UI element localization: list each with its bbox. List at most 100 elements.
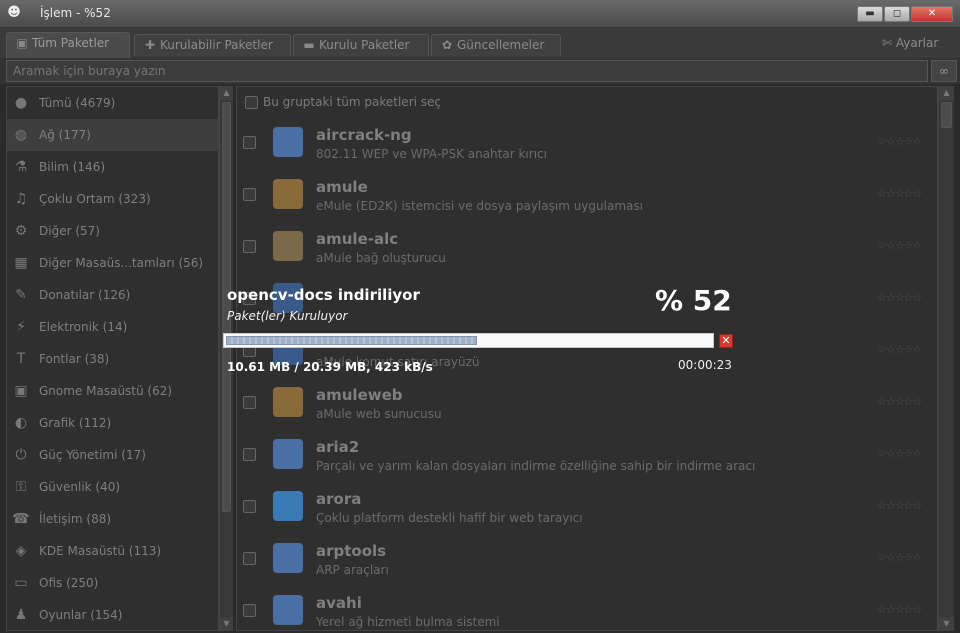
package-checkbox[interactable] — [243, 396, 256, 409]
package-name: amule-alc — [316, 230, 399, 248]
package-checkbox[interactable] — [243, 240, 256, 253]
package-icon — [273, 595, 303, 625]
category-power-management[interactable]: ⏻ Güç Yönetimi (17) — [7, 439, 218, 471]
maximize-button[interactable]: ◻ — [884, 6, 910, 22]
scroll-up-arrow[interactable]: ▲ — [220, 86, 233, 100]
package-row[interactable]: arptools ARP araçları ☆☆☆☆☆ — [237, 533, 937, 585]
rating-stars: ☆☆☆☆☆ — [877, 603, 922, 616]
download-size-speed: 10.61 MB / 20.39 MB, 423 kB/s — [227, 360, 433, 374]
category-icon: ● — [14, 95, 28, 111]
rating-stars: ☆☆☆☆☆ — [877, 499, 922, 512]
scroll-down-arrow[interactable]: ▼ — [939, 617, 954, 631]
tab-label: Tüm Paketler — [32, 36, 110, 50]
music-icon: ♫ — [14, 191, 28, 207]
package-description: eMule (ED2K) istemcisi ve dosya paylaşım… — [316, 199, 643, 213]
tab-installable-packages[interactable]: ✚ Kurulabilir Paketler — [134, 34, 291, 56]
category-communication[interactable]: ☎ İletişim (88) — [7, 503, 218, 535]
rating-stars: ☆☆☆☆☆ — [877, 187, 922, 200]
category-sidebar: ● Tümü (4679) ◍ Ağ (177) ⚗ Bilim (146) ♫ Çok… — [6, 86, 219, 631]
palette-icon: ◐ — [14, 415, 28, 431]
update-icon: ✿ — [441, 38, 453, 52]
package-icon — [273, 491, 303, 521]
package-name: amuleweb — [316, 386, 403, 404]
download-title: opencv-docs indiriliyor — [227, 286, 420, 304]
package-description: Çoklu platform destekli hafif bir web ta… — [316, 511, 583, 525]
category-accessories[interactable]: ✎ Donatılar (126) — [7, 279, 218, 311]
category-office[interactable]: ▭ Ofis (250) — [7, 567, 218, 599]
rating-stars: ☆☆☆☆☆ — [877, 291, 922, 304]
package-checkbox[interactable] — [243, 552, 256, 565]
package-name: arora — [316, 490, 362, 508]
category-security[interactable]: ⚿ Güvenlik (40) — [7, 471, 218, 503]
package-row[interactable]: aria2 Parçalı ve yarım kalan dosyaları i… — [237, 429, 937, 481]
package-row[interactable]: avahi Yerel ağ hizmeti bulma sistemi ☆☆☆… — [237, 585, 937, 630]
package-checkbox[interactable] — [243, 500, 256, 513]
scroll-thumb[interactable] — [941, 102, 952, 128]
package-checkbox[interactable] — [243, 136, 256, 149]
kde-icon: ◈ — [15, 543, 27, 559]
package-list-scrollbar[interactable]: ▲ ▼ — [938, 86, 954, 631]
rating-stars: ☆☆☆☆☆ — [877, 395, 922, 408]
category-multimedia[interactable]: ♫ Çoklu Ortam (323) — [7, 183, 218, 215]
phone-icon: ☎ — [12, 511, 30, 527]
rating-stars: ☆☆☆☆☆ — [877, 447, 922, 460]
category-science[interactable]: ⚗ Bilim (146) — [7, 151, 218, 183]
gear-icon: ⚙ — [14, 223, 28, 239]
tab-label: Kurulabilir Paketler — [160, 38, 273, 52]
group-select-checkbox[interactable] — [245, 96, 258, 109]
category-kde-desktop[interactable]: ◈ KDE Masaüstü (113) — [7, 535, 218, 567]
find-button[interactable]: ∞ — [931, 60, 957, 82]
package-checkbox[interactable] — [243, 448, 256, 461]
scroll-down-arrow[interactable]: ▼ — [220, 617, 233, 631]
package-icon: ▣ — [16, 36, 28, 50]
download-status: Paket(ler) Kuruluyor — [227, 309, 348, 323]
download-progress-bar — [223, 333, 714, 348]
window-titlebar[interactable]: ☻ İşlem - %52 ▬ ◻ ✕ — [0, 0, 960, 28]
package-row[interactable]: arora Çoklu platform destekli hafif bir … — [237, 481, 937, 533]
package-row[interactable]: amuleweb aMule web sunucusu ☆☆☆☆☆ — [237, 377, 937, 429]
package-description: 802.11 WEP ve WPA-PSK anahtar kırıcı — [316, 147, 547, 161]
tab-all-packages[interactable]: ▣ Tüm Paketler — [6, 32, 130, 58]
category-games[interactable]: ♟ Oyunlar (154) — [7, 599, 218, 630]
package-row[interactable]: aircrack-ng 802.11 WEP ve WPA-PSK anahta… — [237, 117, 937, 169]
package-name: arptools — [316, 542, 387, 560]
sidebar-scrollbar[interactable]: ▲ ▼ — [219, 86, 233, 631]
package-description: aMule bağ oluşturucu — [316, 251, 446, 265]
group-select-row[interactable]: Bu gruptaki tüm paketleri seç — [237, 87, 937, 117]
rating-stars: ☆☆☆☆☆ — [877, 239, 922, 252]
tab-bar: ▣ Tüm Paketler ✚ Kurulabilir Paketler ▬ Kur… — [0, 28, 960, 58]
category-other[interactable]: ⚙ Diğer (57) — [7, 215, 218, 247]
search-input[interactable] — [6, 60, 928, 82]
cancel-download-button[interactable]: ✕ — [719, 334, 733, 348]
rating-stars: ☆☆☆☆☆ — [877, 343, 922, 356]
category-all[interactable]: ● Tümü (4679) — [7, 87, 218, 119]
package-checkbox[interactable] — [243, 604, 256, 617]
download-progress-fill — [226, 336, 477, 345]
scroll-thumb[interactable] — [222, 102, 231, 512]
close-window-button[interactable]: ✕ — [911, 6, 953, 22]
power-icon: ⏻ — [15, 447, 27, 463]
search-row: ∞ — [0, 58, 960, 84]
settings-button[interactable]: ✄ Ayarlar — [882, 36, 938, 50]
window-title: İşlem - %52 — [40, 6, 111, 20]
category-network[interactable]: ◍ Ağ (177) — [7, 119, 218, 151]
minimize-button[interactable]: ▬ — [857, 6, 883, 22]
category-fonts[interactable]: T Fontlar (38) — [7, 343, 218, 375]
category-other-desktops[interactable]: ▦ Diğer Masaüs...tamları (56) — [7, 247, 218, 279]
minus-icon: ▬ — [303, 38, 315, 52]
tab-installed-packages[interactable]: ▬ Kurulu Paketler — [293, 34, 429, 56]
package-description: Parçalı ve yarım kalan dosyaları indirme… — [316, 459, 756, 473]
package-row[interactable]: amule-alc aMule bağ oluşturucu ☆☆☆☆☆ — [237, 221, 937, 273]
package-icon — [273, 127, 303, 157]
category-electronics[interactable]: ⚡ Elektronik (14) — [7, 311, 218, 343]
package-icon — [273, 231, 303, 261]
package-checkbox[interactable] — [243, 188, 256, 201]
category-graphics[interactable]: ◐ Grafik (112) — [7, 407, 218, 439]
category-gnome-desktop[interactable]: ▣ Gnome Masaüstü (62) — [7, 375, 218, 407]
scroll-up-arrow[interactable]: ▲ — [939, 86, 954, 100]
package-row[interactable]: amule eMule (ED2K) istemcisi ve dosya pa… — [237, 169, 937, 221]
package-description: ARP araçları — [316, 563, 389, 577]
tab-updates[interactable]: ✿ Güncellemeler — [431, 34, 561, 56]
package-description: aMule web sunucusu — [316, 407, 442, 421]
office-icon: ▭ — [14, 575, 28, 591]
